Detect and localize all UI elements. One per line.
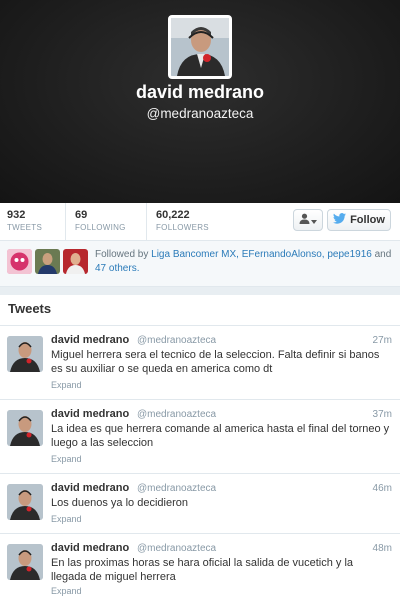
section-divider [0, 287, 400, 295]
follow-button[interactable]: Follow [327, 209, 391, 231]
tweet-timestamp[interactable]: 27m [373, 335, 392, 346]
stat-tweets-label: TWEETS [7, 223, 43, 232]
tweet-item[interactable]: david medrano @medranoazteca 48m En las … [0, 534, 400, 604]
tweet-author-name[interactable]: david medrano [51, 542, 129, 554]
stat-tweets[interactable]: 932 TWEETS [7, 203, 42, 241]
stat-following-count: 69 [75, 209, 88, 221]
tweet-avatar[interactable] [7, 544, 43, 580]
followed-by-prefix: Followed by [95, 249, 149, 260]
user-icon [299, 211, 310, 229]
tweet-timestamp[interactable]: 46m [373, 483, 392, 494]
tweets-heading: Tweets [8, 301, 52, 316]
stat-tweets-count: 932 [7, 209, 26, 221]
tweet-item[interactable]: david medrano @medranoazteca 27m Miguel … [0, 326, 400, 400]
followed-by-text: Followed by Liga Bancomer MX, EFernandoA… [95, 248, 395, 276]
tweet-author-name[interactable]: david medrano [51, 482, 129, 494]
follower-avatar[interactable] [35, 249, 60, 274]
tweet-author-name[interactable]: david medrano [51, 334, 129, 346]
tweet-text: La idea es que herrera comande al americ… [51, 423, 390, 449]
user-actions-button[interactable] [293, 209, 323, 231]
twitter-bird-icon [333, 213, 347, 227]
tweet-text: Miguel herrera sera el tecnico de la sel… [51, 349, 380, 375]
follower-avatar[interactable] [63, 249, 88, 274]
stat-following[interactable]: 69 FOLLOWING [65, 203, 126, 241]
profile-handle: @medranoazteca [146, 106, 254, 121]
followed-by-and: and [374, 249, 392, 260]
tweet-avatar[interactable] [7, 336, 43, 372]
tweet-author-handle[interactable]: @medranoazteca [137, 543, 216, 554]
tweet-timestamp[interactable]: 37m [373, 409, 392, 420]
profile-avatar[interactable] [168, 15, 232, 79]
tweet-expand-link[interactable]: Expand [51, 454, 82, 464]
tweet-author-handle[interactable]: @medranoazteca [137, 483, 216, 494]
followed-by-section: Followed by Liga Bancomer MX, EFernandoA… [0, 241, 400, 287]
tweet-timestamp[interactable]: 48m [373, 543, 392, 554]
tweet-expand-link[interactable]: Expand [51, 380, 82, 390]
tweet-item[interactable]: david medrano @medranoazteca 37m La idea… [0, 400, 400, 474]
stat-following-label: FOLLOWING [75, 223, 126, 232]
tweet-item[interactable]: david medrano @medranoazteca 46m Los due… [0, 474, 400, 534]
profile-name: david medrano [135, 82, 265, 102]
tweet-expand-link[interactable]: Expand [51, 586, 82, 596]
tweet-text: En las proximas horas se hara oficial la… [51, 557, 354, 583]
stat-followers-label: FOLLOWERS [156, 223, 209, 232]
chevron-down-icon [311, 211, 317, 229]
tweet-expand-link[interactable]: Expand [51, 514, 82, 524]
follow-label: Follow [350, 214, 385, 226]
stat-followers-count: 60,222 [156, 209, 190, 221]
stat-followers[interactable]: 60,222 FOLLOWERS [146, 203, 209, 241]
tweet-avatar[interactable] [7, 484, 43, 520]
followed-by-names[interactable]: Liga Bancomer MX, EFernandoAlonso, pepe1… [151, 249, 372, 260]
tweet-author-handle[interactable]: @medranoazteca [137, 409, 216, 420]
profile-header: david medrano @medranoazteca [0, 0, 400, 203]
tweet-avatar[interactable] [7, 410, 43, 446]
follower-avatar[interactable] [7, 249, 32, 274]
tweet-author-handle[interactable]: @medranoazteca [137, 335, 216, 346]
tweet-author-name[interactable]: david medrano [51, 408, 129, 420]
tweet-text: Los duenos ya lo decidieron [51, 497, 188, 509]
followed-by-others-link[interactable]: 47 others. [95, 263, 139, 274]
